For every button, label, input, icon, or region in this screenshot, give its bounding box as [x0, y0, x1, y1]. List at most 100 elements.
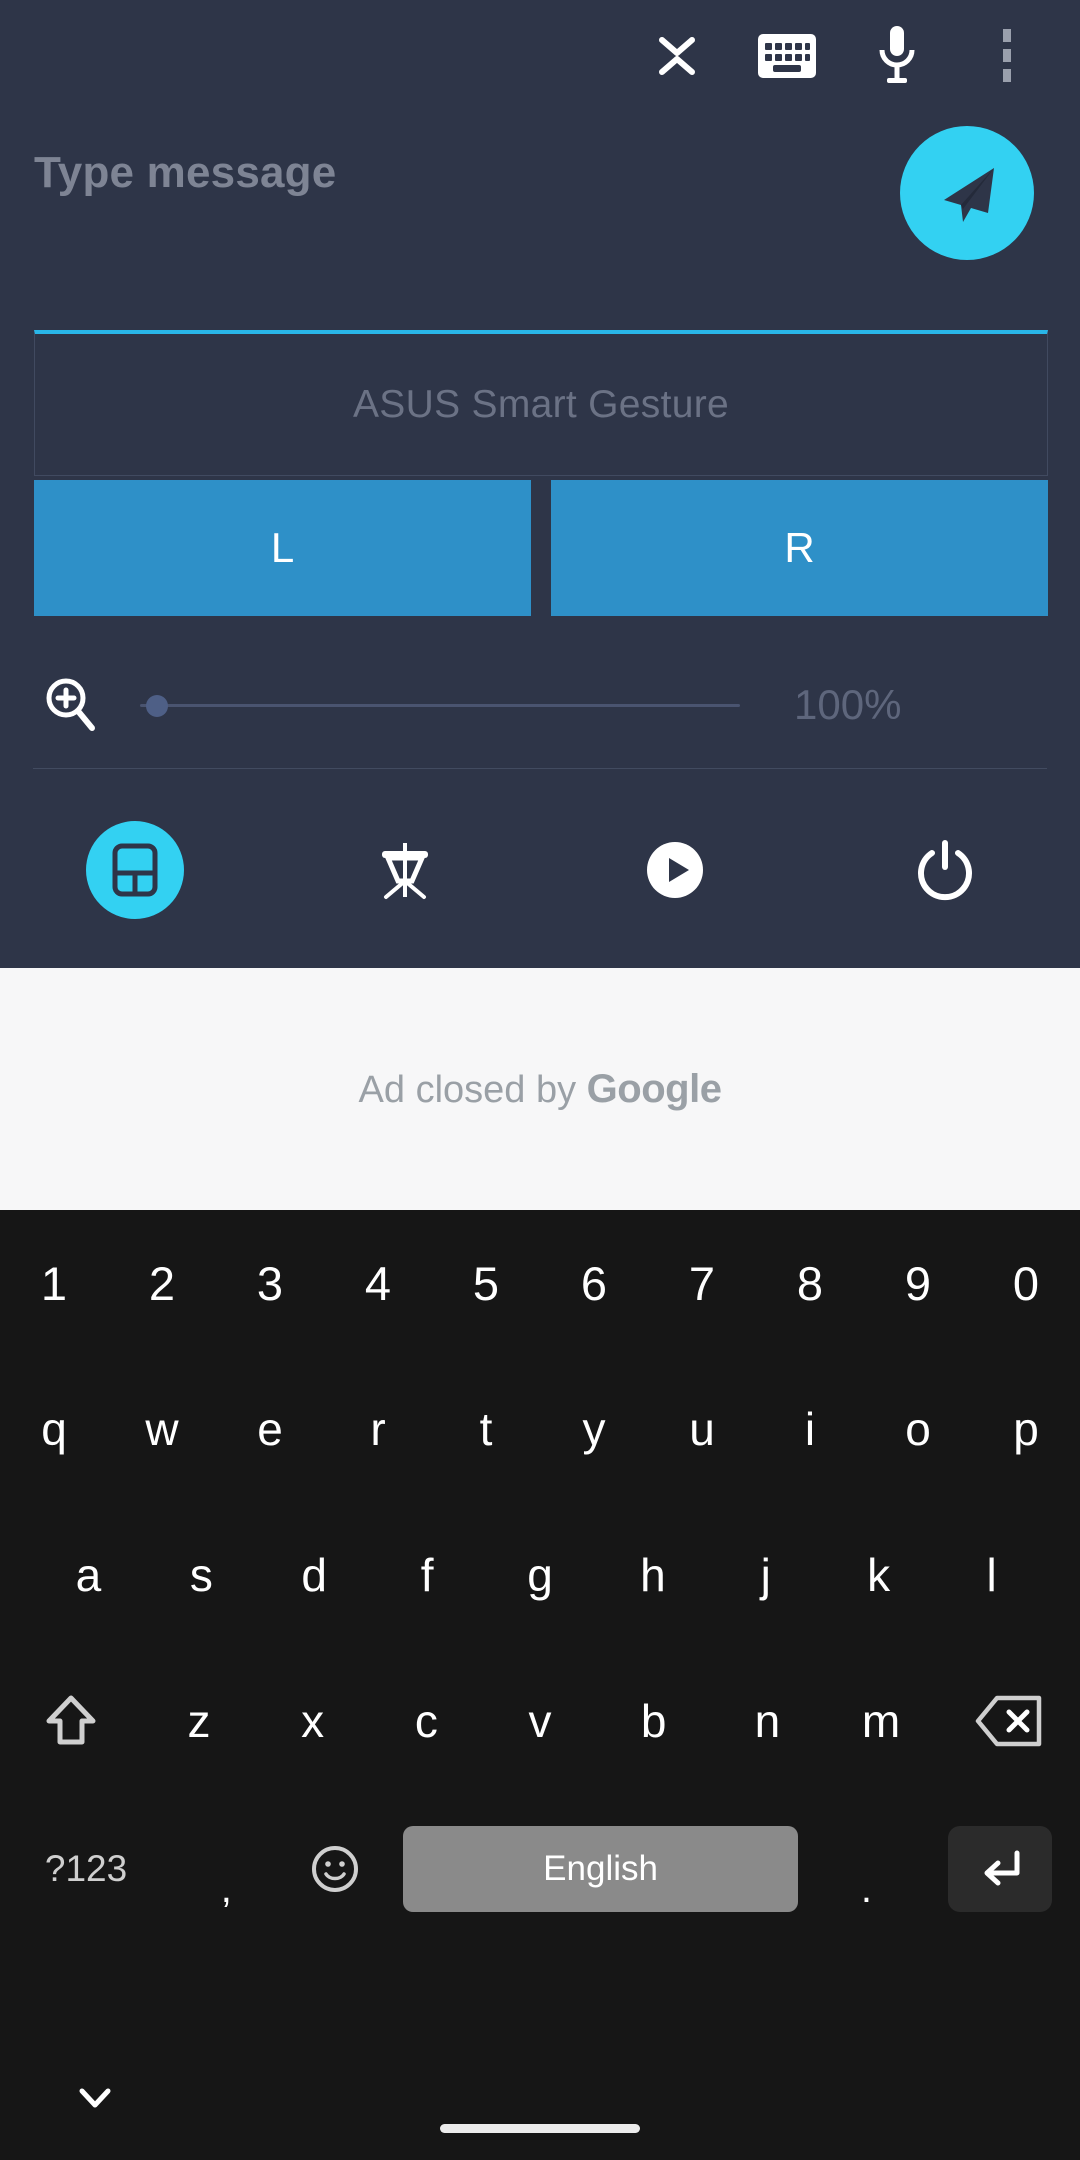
key-v[interactable]: v: [483, 1648, 597, 1794]
key-g[interactable]: g: [484, 1502, 597, 1648]
key-5[interactable]: 5: [432, 1210, 540, 1356]
key-1[interactable]: 1: [0, 1210, 108, 1356]
key-y[interactable]: y: [540, 1356, 648, 1502]
overflow-menu-icon: [1000, 27, 1014, 85]
mode-toolbar: [0, 800, 1080, 940]
mode-touchpad[interactable]: [0, 800, 270, 940]
key-d[interactable]: d: [258, 1502, 371, 1648]
key-backspace[interactable]: [938, 1648, 1080, 1794]
ad-banner[interactable]: Ad closed by Google: [0, 968, 1080, 1210]
collapse-icon: [654, 27, 700, 85]
ad-text-prefix: Ad closed by: [358, 1068, 587, 1111]
google-brand-label: Google: [586, 1066, 722, 1111]
keyboard-row-top: q w e r t y u i o p: [0, 1356, 1080, 1502]
enter-icon: [975, 1847, 1025, 1891]
key-f[interactable]: f: [371, 1502, 484, 1648]
key-q[interactable]: q: [0, 1356, 108, 1502]
key-symbols[interactable]: ?123: [0, 1796, 172, 1942]
gesture-touchpad[interactable]: ASUS Smart Gesture: [34, 330, 1048, 476]
presentation-icon: [374, 839, 436, 901]
zoom-slider[interactable]: [140, 685, 740, 725]
key-space[interactable]: English: [402, 1826, 799, 1912]
key-shift[interactable]: [0, 1648, 142, 1794]
ad-banner-text: Ad closed by Google: [359, 1067, 722, 1112]
zoom-slider-thumb[interactable]: [146, 695, 168, 717]
key-p[interactable]: p: [972, 1356, 1080, 1502]
key-o[interactable]: o: [864, 1356, 972, 1502]
key-l[interactable]: l: [935, 1502, 1048, 1648]
touchpad-label: ASUS Smart Gesture: [352, 382, 729, 426]
key-h[interactable]: h: [596, 1502, 709, 1648]
keyboard-row-numbers: 1 2 3 4 5 6 7 8 9 0: [0, 1210, 1080, 1356]
mode-presentation-wrap: [356, 821, 454, 919]
key-period[interactable]: .: [812, 1796, 920, 1942]
key-j[interactable]: j: [709, 1502, 822, 1648]
key-0[interactable]: 0: [972, 1210, 1080, 1356]
zoom-value-label: 100%: [794, 681, 902, 728]
remote-control-panel: Type message ASUS Smart Gesture L R 100%: [0, 0, 1080, 968]
power-icon: [914, 839, 976, 901]
key-n[interactable]: n: [711, 1648, 825, 1794]
key-8[interactable]: 8: [756, 1210, 864, 1356]
left-click-button[interactable]: L: [34, 480, 531, 616]
key-6[interactable]: 6: [540, 1210, 648, 1356]
key-9[interactable]: 9: [864, 1210, 972, 1356]
screen: Type message ASUS Smart Gesture L R 100%…: [0, 0, 1080, 2160]
keyboard-row-bottom: ?123 , English .: [0, 1794, 1080, 1944]
key-z[interactable]: z: [142, 1648, 256, 1794]
key-b[interactable]: b: [597, 1648, 711, 1794]
mode-power-wrap: [896, 821, 994, 919]
emoji-icon: [310, 1844, 360, 1894]
right-click-button[interactable]: R: [551, 480, 1048, 616]
zoom-in-button[interactable]: [30, 676, 110, 734]
key-c[interactable]: c: [369, 1648, 483, 1794]
hide-keyboard-button[interactable]: [60, 2068, 130, 2128]
mode-touchpad-highlight: [86, 821, 184, 919]
on-screen-keyboard: 1 2 3 4 5 6 7 8 9 0 q w e r t y u i o p …: [0, 1210, 1080, 2160]
keyboard-icon: [758, 34, 816, 78]
key-a[interactable]: a: [32, 1502, 145, 1648]
send-button[interactable]: [900, 126, 1034, 260]
key-7[interactable]: 7: [648, 1210, 756, 1356]
shift-icon: [44, 1692, 98, 1750]
microphone-button[interactable]: [842, 0, 952, 112]
keyboard-row-home: a s d f g h j k l: [0, 1502, 1080, 1648]
key-i[interactable]: i: [756, 1356, 864, 1502]
chevron-down-icon: [75, 2083, 115, 2113]
zoom-slider-track: [140, 704, 740, 707]
collapse-button[interactable]: [622, 0, 732, 112]
backspace-icon: [975, 1695, 1043, 1747]
key-s[interactable]: s: [145, 1502, 258, 1648]
play-icon: [644, 839, 706, 901]
microphone-icon: [876, 24, 918, 88]
mode-media[interactable]: [540, 800, 810, 940]
home-indicator[interactable]: [440, 2124, 640, 2133]
navigation-bar: [0, 2040, 1080, 2160]
key-m[interactable]: m: [824, 1648, 938, 1794]
mode-media-wrap: [626, 821, 724, 919]
mode-power[interactable]: [810, 800, 1080, 940]
key-k[interactable]: k: [822, 1502, 935, 1648]
key-u[interactable]: u: [648, 1356, 756, 1502]
key-e[interactable]: e: [216, 1356, 324, 1502]
key-w[interactable]: w: [108, 1356, 216, 1502]
mouse-buttons-row: L R: [34, 480, 1048, 616]
key-2[interactable]: 2: [108, 1210, 216, 1356]
key-x[interactable]: x: [256, 1648, 370, 1794]
key-3[interactable]: 3: [216, 1210, 324, 1356]
overflow-menu-button[interactable]: [952, 0, 1062, 112]
key-comma[interactable]: ,: [172, 1796, 280, 1942]
key-enter[interactable]: [921, 1796, 1080, 1942]
key-r[interactable]: r: [324, 1356, 432, 1502]
send-icon: [930, 156, 1004, 230]
key-emoji[interactable]: [281, 1796, 389, 1942]
message-input[interactable]: Type message: [34, 148, 336, 198]
key-t[interactable]: t: [432, 1356, 540, 1502]
key-enter-surface: [948, 1826, 1053, 1912]
key-4[interactable]: 4: [324, 1210, 432, 1356]
keyboard-row-shift: z x c v b n m: [0, 1648, 1080, 1794]
panel-divider: [33, 768, 1047, 769]
keyboard-button[interactable]: [732, 0, 842, 112]
zoom-row: 100%: [0, 640, 1080, 770]
mode-presentation[interactable]: [270, 800, 540, 940]
